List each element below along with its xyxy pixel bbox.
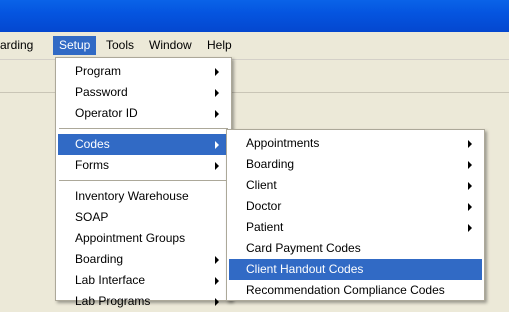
- menu-item-label: SOAP: [75, 210, 109, 224]
- menu-item-lab-programs[interactable]: Lab Programs: [58, 291, 229, 312]
- menu-separator: [59, 180, 228, 181]
- submenu-item-label: Client: [246, 178, 277, 192]
- menu-item-label: Forms: [75, 158, 109, 172]
- menu-item-forms[interactable]: Forms: [58, 155, 229, 176]
- submenu-item-doctor[interactable]: Doctor: [229, 196, 482, 217]
- submenu-item-appointments[interactable]: Appointments: [229, 133, 482, 154]
- menu-item-label: Inventory Warehouse: [75, 189, 189, 203]
- menu-item-lab-interface[interactable]: Lab Interface: [58, 270, 229, 291]
- window-title-bar: [0, 0, 509, 32]
- menu-item-label: Codes: [75, 137, 110, 151]
- submenu-item-label: Boarding: [246, 157, 295, 171]
- menu-tools[interactable]: Tools: [100, 36, 140, 55]
- menu-item-label: Program: [75, 64, 122, 78]
- menu-separator: [59, 128, 228, 129]
- submenu-arrow-icon: [215, 298, 219, 306]
- submenu-item-client-handout-codes[interactable]: Client Handout Codes: [229, 259, 482, 280]
- menu-item-label: Password: [75, 85, 128, 99]
- menu-item-label: Lab Programs: [75, 294, 151, 308]
- submenu-arrow-icon: [215, 110, 219, 118]
- submenu-item-label: Recommendation Compliance Codes: [246, 283, 445, 297]
- menu-bar: arding Setup Tools Window Help: [0, 32, 509, 60]
- menu-item-label: Boarding: [75, 252, 124, 266]
- submenu-item-label: Patient: [246, 220, 284, 234]
- submenu-arrow-icon: [215, 277, 219, 285]
- submenu-item-patient[interactable]: Patient: [229, 217, 482, 238]
- submenu-arrow-icon: [468, 203, 472, 211]
- menu-item-label: Operator ID: [75, 106, 138, 120]
- codes-submenu: Appointments Boarding Client Doctor Pati…: [226, 129, 485, 301]
- submenu-item-label: Doctor: [246, 199, 282, 213]
- submenu-arrow-icon: [215, 162, 219, 170]
- menu-item-operator-id[interactable]: Operator ID: [58, 103, 229, 124]
- setup-menu: Program Password Operator ID Codes Forms…: [55, 57, 232, 308]
- menu-item-label: Appointment Groups: [75, 231, 186, 245]
- menu-setup[interactable]: Setup: [53, 36, 97, 55]
- submenu-arrow-icon: [468, 224, 472, 232]
- submenu-item-label: Card Payment Codes: [246, 241, 361, 255]
- submenu-arrow-icon: [468, 161, 472, 169]
- submenu-arrow-icon: [215, 68, 219, 76]
- submenu-arrow-icon: [215, 256, 219, 264]
- menu-item-password[interactable]: Password: [58, 82, 229, 103]
- menu-item-program[interactable]: Program: [58, 61, 229, 82]
- submenu-item-label: Appointments: [246, 136, 320, 150]
- menu-item-soap[interactable]: SOAP: [58, 207, 229, 228]
- submenu-item-card-payment-codes[interactable]: Card Payment Codes: [229, 238, 482, 259]
- menu-item-codes[interactable]: Codes: [58, 134, 229, 155]
- menu-window[interactable]: Window: [143, 36, 198, 55]
- menu-item-inventory-warehouse[interactable]: Inventory Warehouse: [58, 186, 229, 207]
- submenu-item-boarding[interactable]: Boarding: [229, 154, 482, 175]
- menu-item-appointment-groups[interactable]: Appointment Groups: [58, 228, 229, 249]
- menu-item-boarding[interactable]: Boarding: [58, 249, 229, 270]
- submenu-item-label: Client Handout Codes: [246, 262, 364, 276]
- submenu-arrow-icon: [468, 182, 472, 190]
- submenu-item-client[interactable]: Client: [229, 175, 482, 196]
- submenu-arrow-icon: [468, 140, 472, 148]
- menu-boarding[interactable]: arding: [0, 36, 39, 55]
- submenu-arrow-icon: [215, 89, 219, 97]
- submenu-item-recommendation-compliance-codes[interactable]: Recommendation Compliance Codes: [229, 280, 482, 301]
- submenu-arrow-icon: [215, 141, 219, 149]
- menu-help[interactable]: Help: [201, 36, 238, 55]
- menu-item-label: Lab Interface: [75, 273, 146, 287]
